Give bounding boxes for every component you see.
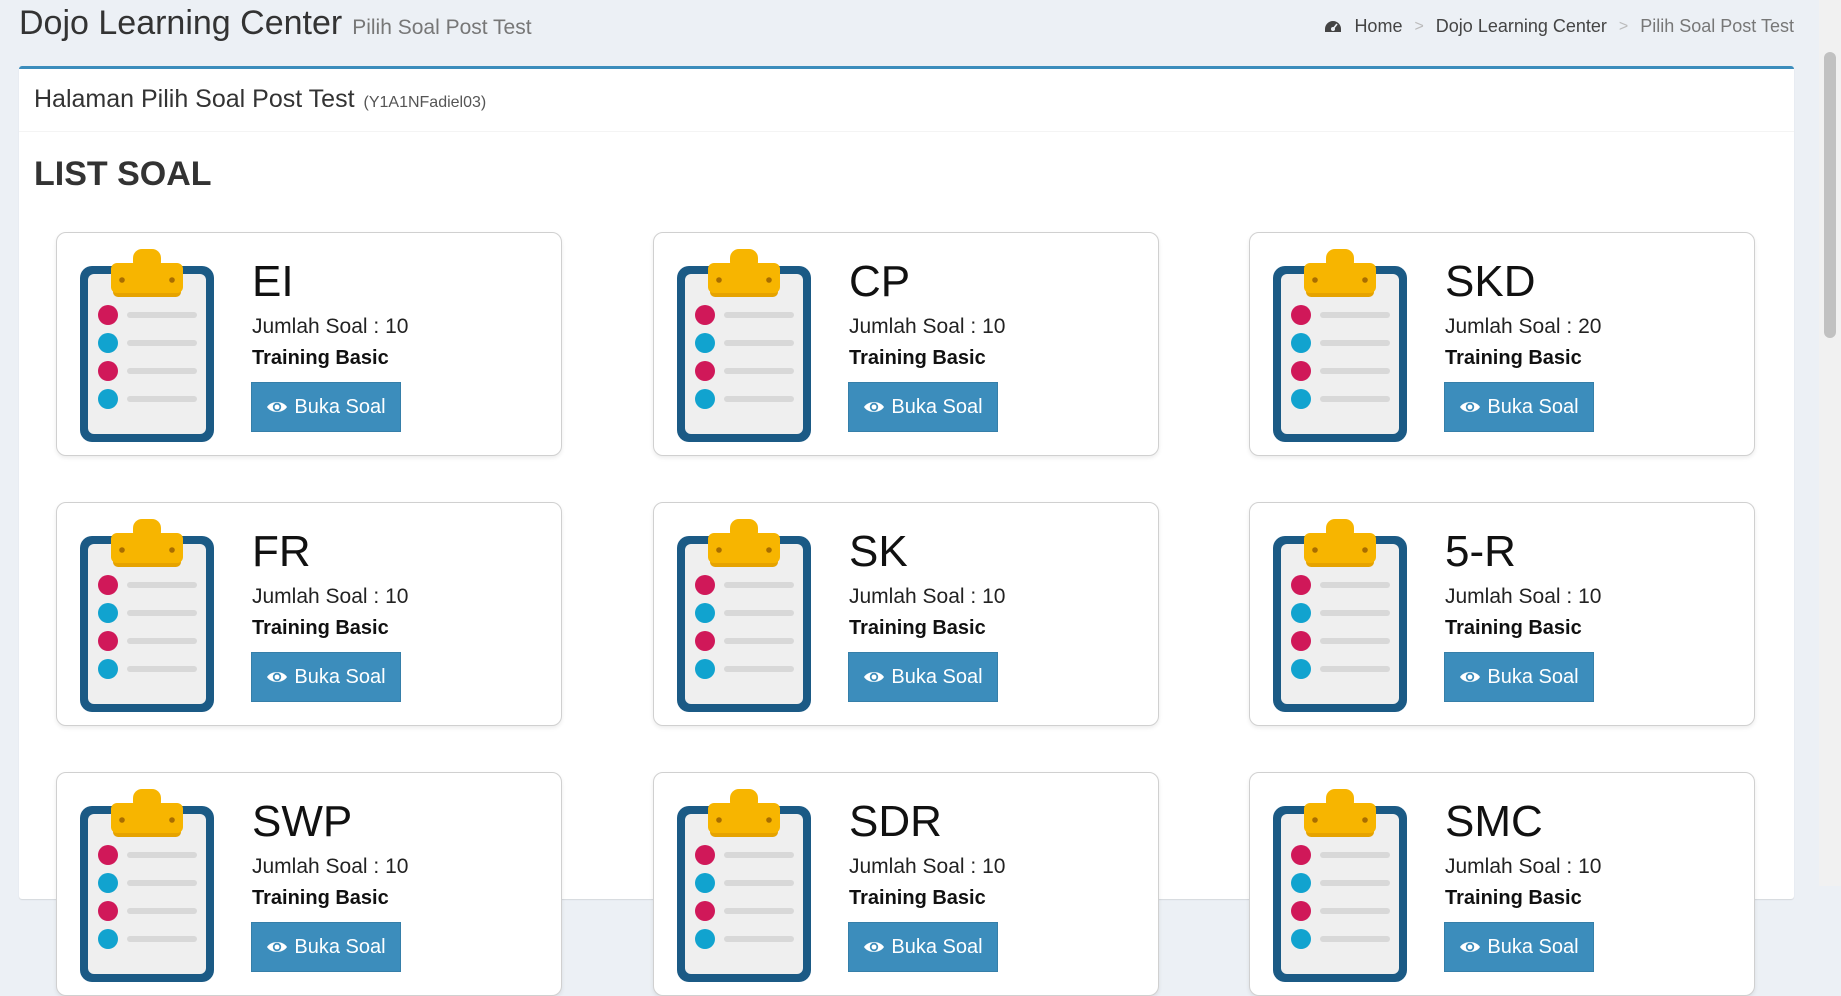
soal-category: Training Basic [849, 617, 986, 639]
buka-soal-label: Buka Soal [294, 935, 386, 958]
list-heading: LIST SOAL [34, 155, 212, 193]
breadcrumb-separator: > [1414, 17, 1424, 35]
soal-card-ei: EI Jumlah Soal : 10 Training Basic Buka … [56, 232, 562, 456]
buka-soal-label: Buka Soal [891, 395, 983, 418]
breadcrumb-home[interactable]: Home [1354, 16, 1402, 37]
buka-soal-label: Buka Soal [891, 665, 983, 688]
clipboard-icon [677, 789, 811, 982]
soal-category: Training Basic [252, 887, 389, 909]
breadcrumb-separator: > [1618, 17, 1629, 35]
clipboard-icon [80, 249, 214, 442]
soal-code: CP [849, 257, 911, 306]
soal-card-skd: SKD Jumlah Soal : 20 Training Basic Buka… [1249, 232, 1755, 456]
clipboard-icon [677, 249, 811, 442]
soal-card-sdr: SDR Jumlah Soal : 10 Training Basic Buka… [653, 772, 1159, 996]
soal-code: SDR [849, 797, 942, 846]
page-title-text: Dojo Learning Center [19, 4, 343, 42]
eye-icon [864, 672, 885, 682]
buka-soal-button[interactable]: Buka Soal [848, 922, 998, 972]
soal-code: SK [849, 527, 908, 576]
soal-card-fr: FR Jumlah Soal : 10 Training Basic Buka … [56, 502, 562, 726]
panel-title-text: Halaman Pilih Soal Post Test [34, 85, 355, 113]
buka-soal-label: Buka Soal [1487, 935, 1579, 958]
clipboard-icon [1273, 519, 1407, 712]
breadcrumb-current: Pilih Soal Post Test [1640, 16, 1794, 36]
soal-category: Training Basic [252, 617, 389, 639]
buka-soal-button[interactable]: Buka Soal [251, 922, 401, 972]
soal-card-swp: SWP Jumlah Soal : 10 Training Basic Buka… [56, 772, 562, 996]
scrollbar-thumb[interactable] [1824, 52, 1836, 338]
eye-icon [1460, 942, 1481, 952]
breadcrumb-dojo-learning-center[interactable]: Dojo Learning Center [1436, 16, 1607, 37]
page-subtitle: Pilih Soal Post Test [352, 16, 532, 39]
buka-soal-button[interactable]: Buka Soal [1444, 382, 1594, 432]
soal-code: FR [252, 527, 311, 576]
panel-header: Halaman Pilih Soal Post Test (Y1A1NFadie… [19, 69, 1794, 132]
soal-panel: Halaman Pilih Soal Post Test (Y1A1NFadie… [19, 66, 1794, 996]
eye-icon [864, 942, 885, 952]
buka-soal-button[interactable]: Buka Soal [848, 652, 998, 702]
soal-code: SKD [1445, 257, 1536, 306]
soal-code: EI [252, 257, 294, 306]
page-header: Dojo Learning Center Pilih Soal Post Test… [0, 0, 1818, 60]
eye-icon [1460, 402, 1481, 412]
soal-category: Training Basic [1445, 887, 1582, 909]
buka-soal-label: Buka Soal [891, 935, 983, 958]
soal-card-sk: SK Jumlah Soal : 10 Training Basic Buka … [653, 502, 1159, 726]
user-code: (Y1A1NFadiel03) [363, 94, 487, 111]
soal-code: SWP [252, 797, 353, 846]
soal-count: Jumlah Soal : 10 [252, 855, 409, 878]
panel-title: Halaman Pilih Soal Post Test (Y1A1NFadie… [34, 85, 486, 114]
soal-count: Jumlah Soal : 10 [1445, 585, 1602, 608]
soal-count: Jumlah Soal : 20 [1445, 315, 1602, 338]
soal-code: SMC [1445, 797, 1543, 846]
soal-code: 5-R [1445, 527, 1516, 576]
eye-icon [267, 672, 288, 682]
soal-count: Jumlah Soal : 10 [849, 585, 1006, 608]
buka-soal-label: Buka Soal [294, 665, 386, 688]
buka-soal-label: Buka Soal [1487, 665, 1579, 688]
buka-soal-label: Buka Soal [1487, 395, 1579, 418]
soal-category: Training Basic [1445, 347, 1582, 369]
dashboard-icon [1325, 21, 1342, 32]
buka-soal-button[interactable]: Buka Soal [251, 652, 401, 702]
breadcrumb: Home > Dojo Learning Center > Pilih Soal… [1324, 16, 1794, 37]
eye-icon [1460, 672, 1481, 682]
buka-soal-button[interactable]: Buka Soal [1444, 652, 1594, 702]
clipboard-icon [677, 519, 811, 712]
buka-soal-label: Buka Soal [294, 395, 386, 418]
soal-card-5-r: 5-R Jumlah Soal : 10 Training Basic Buka… [1249, 502, 1755, 726]
soal-category: Training Basic [849, 887, 986, 909]
clipboard-icon [1273, 249, 1407, 442]
eye-icon [267, 402, 288, 412]
clipboard-icon [80, 519, 214, 712]
soal-count: Jumlah Soal : 10 [252, 585, 409, 608]
vertical-scrollbar[interactable] [1819, 0, 1841, 886]
soal-category: Training Basic [1445, 617, 1582, 639]
clipboard-icon [80, 789, 214, 982]
buka-soal-button[interactable]: Buka Soal [251, 382, 401, 432]
page-title: Dojo Learning Center Pilih Soal Post Test [19, 4, 532, 43]
clipboard-icon [1273, 789, 1407, 982]
eye-icon [864, 402, 885, 412]
soal-category: Training Basic [252, 347, 389, 369]
soal-count: Jumlah Soal : 10 [849, 315, 1006, 338]
soal-card-smc: SMC Jumlah Soal : 10 Training Basic Buka… [1249, 772, 1755, 996]
soal-count: Jumlah Soal : 10 [849, 855, 1006, 878]
soal-count: Jumlah Soal : 10 [252, 315, 409, 338]
eye-icon [267, 942, 288, 952]
buka-soal-button[interactable]: Buka Soal [848, 382, 998, 432]
soal-category: Training Basic [849, 347, 986, 369]
soal-count: Jumlah Soal : 10 [1445, 855, 1602, 878]
buka-soal-button[interactable]: Buka Soal [1444, 922, 1594, 972]
soal-card-cp: CP Jumlah Soal : 10 Training Basic Buka … [653, 232, 1159, 456]
